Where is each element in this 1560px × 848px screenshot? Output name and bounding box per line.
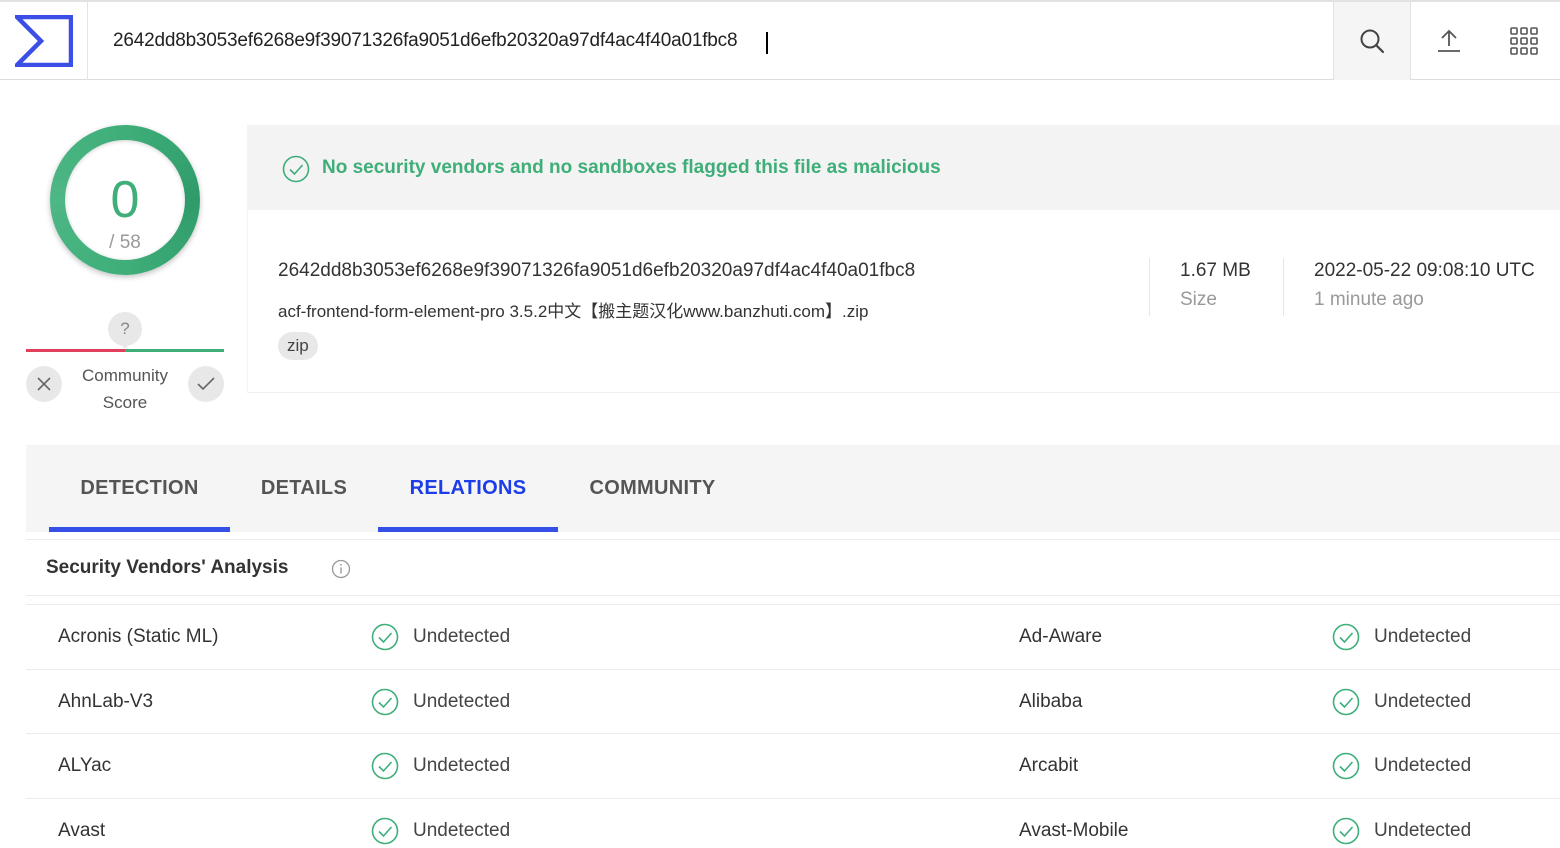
close-icon (37, 377, 51, 391)
file-size: 1.67 MB (1180, 260, 1251, 281)
vendor-name: AhnLab-V3 (58, 690, 154, 712)
vendors-table: Acronis (Static ML) Undetected Ad-Aware … (26, 604, 1560, 848)
check-circle-icon (371, 817, 399, 844)
check-circle-icon (371, 688, 399, 715)
detection-total: / 58 (109, 232, 141, 253)
vendor-result: Undetected (371, 670, 510, 734)
check-icon (197, 377, 215, 391)
analysis-date-relative: 1 minute ago (1314, 289, 1424, 310)
verdict-banner: No security vendors and no sandboxes fla… (247, 125, 1560, 210)
community-score-label: Community Score (82, 366, 168, 412)
section-header: Security Vendors' Analysis (26, 539, 1560, 596)
vendor-result: Undetected (371, 734, 510, 798)
tab-relations[interactable]: RELATIONS (378, 445, 558, 532)
info-icon[interactable] (331, 559, 351, 579)
tab-detection[interactable]: DETECTION (49, 445, 230, 532)
vendor-result: Undetected (1332, 734, 1471, 798)
sigma-logo-icon[interactable] (0, 2, 88, 80)
vendor-result: Undetected (1332, 605, 1471, 669)
check-circle-icon (1332, 623, 1360, 651)
text-caret (766, 32, 768, 54)
check-circle-icon (1332, 688, 1360, 715)
vendor-result: Undetected (1332, 670, 1471, 734)
divider (1149, 258, 1150, 316)
upload-button[interactable] (1411, 2, 1487, 80)
check-circle-icon (282, 155, 310, 183)
file-info-panel: 2642dd8b3053ef6268e9f39071326fa9051d6efb… (247, 210, 1560, 393)
table-row: Avast Undetected Avast-Mobile Undetected (26, 799, 1560, 848)
vendor-name: ALYac (58, 755, 112, 776)
community-score-bar-positive (125, 349, 224, 352)
community-score-bar-negative (26, 349, 125, 352)
vendor-name: Avast-Mobile (1019, 819, 1129, 841)
detection-score-ring: 0 / 58 (50, 125, 200, 275)
vendor-name: Arcabit (1019, 755, 1079, 776)
vendor-name: Acronis (Static ML) (58, 626, 219, 647)
divider (1283, 258, 1284, 316)
verdict-text: No security vendors and no sandboxes fla… (322, 157, 941, 178)
search-input[interactable] (88, 2, 1333, 80)
report-tabs: DETECTION DETAILS RELATIONS COMMUNITY (26, 445, 1560, 532)
check-circle-icon (371, 623, 399, 651)
apps-button[interactable] (1487, 2, 1560, 80)
file-size-label: Size (1180, 289, 1217, 310)
detection-count: 0 (110, 171, 140, 229)
analysis-date: 2022-05-22 09:08:10 UTC (1314, 260, 1535, 281)
apps-grid-icon (1509, 27, 1538, 55)
vendor-name: Ad-Aware (1019, 626, 1103, 647)
community-score-indicator: ? (108, 312, 142, 349)
tab-details[interactable]: DETAILS (245, 445, 363, 532)
search-button[interactable] (1333, 2, 1411, 80)
vendor-name: Avast (58, 819, 106, 841)
tab-community[interactable]: COMMUNITY (573, 445, 732, 532)
file-name: acf-frontend-form-element-pro 3.5.2中文【搬主… (278, 302, 869, 321)
file-hash[interactable]: 2642dd8b3053ef6268e9f39071326fa9051d6efb… (278, 260, 915, 282)
vendor-name: Alibaba (1019, 690, 1083, 712)
file-type-tag[interactable]: zip (278, 332, 318, 360)
section-title: Security Vendors' Analysis (46, 557, 289, 578)
table-row: AhnLab-V3 Undetected Alibaba Undetected (26, 670, 1560, 734)
search-icon (1360, 29, 1385, 54)
vendor-result: Undetected (371, 799, 510, 848)
vendor-result: Undetected (1332, 799, 1471, 848)
table-row: ALYac Undetected Arcabit Undetected (26, 734, 1560, 799)
detection-score: 0 / 58 (65, 140, 185, 260)
upload-icon (1438, 29, 1460, 52)
vote-malicious-button[interactable] (26, 366, 62, 402)
check-circle-icon (1332, 817, 1360, 844)
table-row: Acronis (Static ML) Undetected Ad-Aware … (26, 605, 1560, 670)
check-circle-icon (371, 752, 399, 780)
vendor-result: Undetected (371, 605, 510, 669)
check-circle-icon (1332, 752, 1360, 780)
top-bar (0, 0, 1560, 80)
vote-harmless-button[interactable] (188, 366, 224, 402)
